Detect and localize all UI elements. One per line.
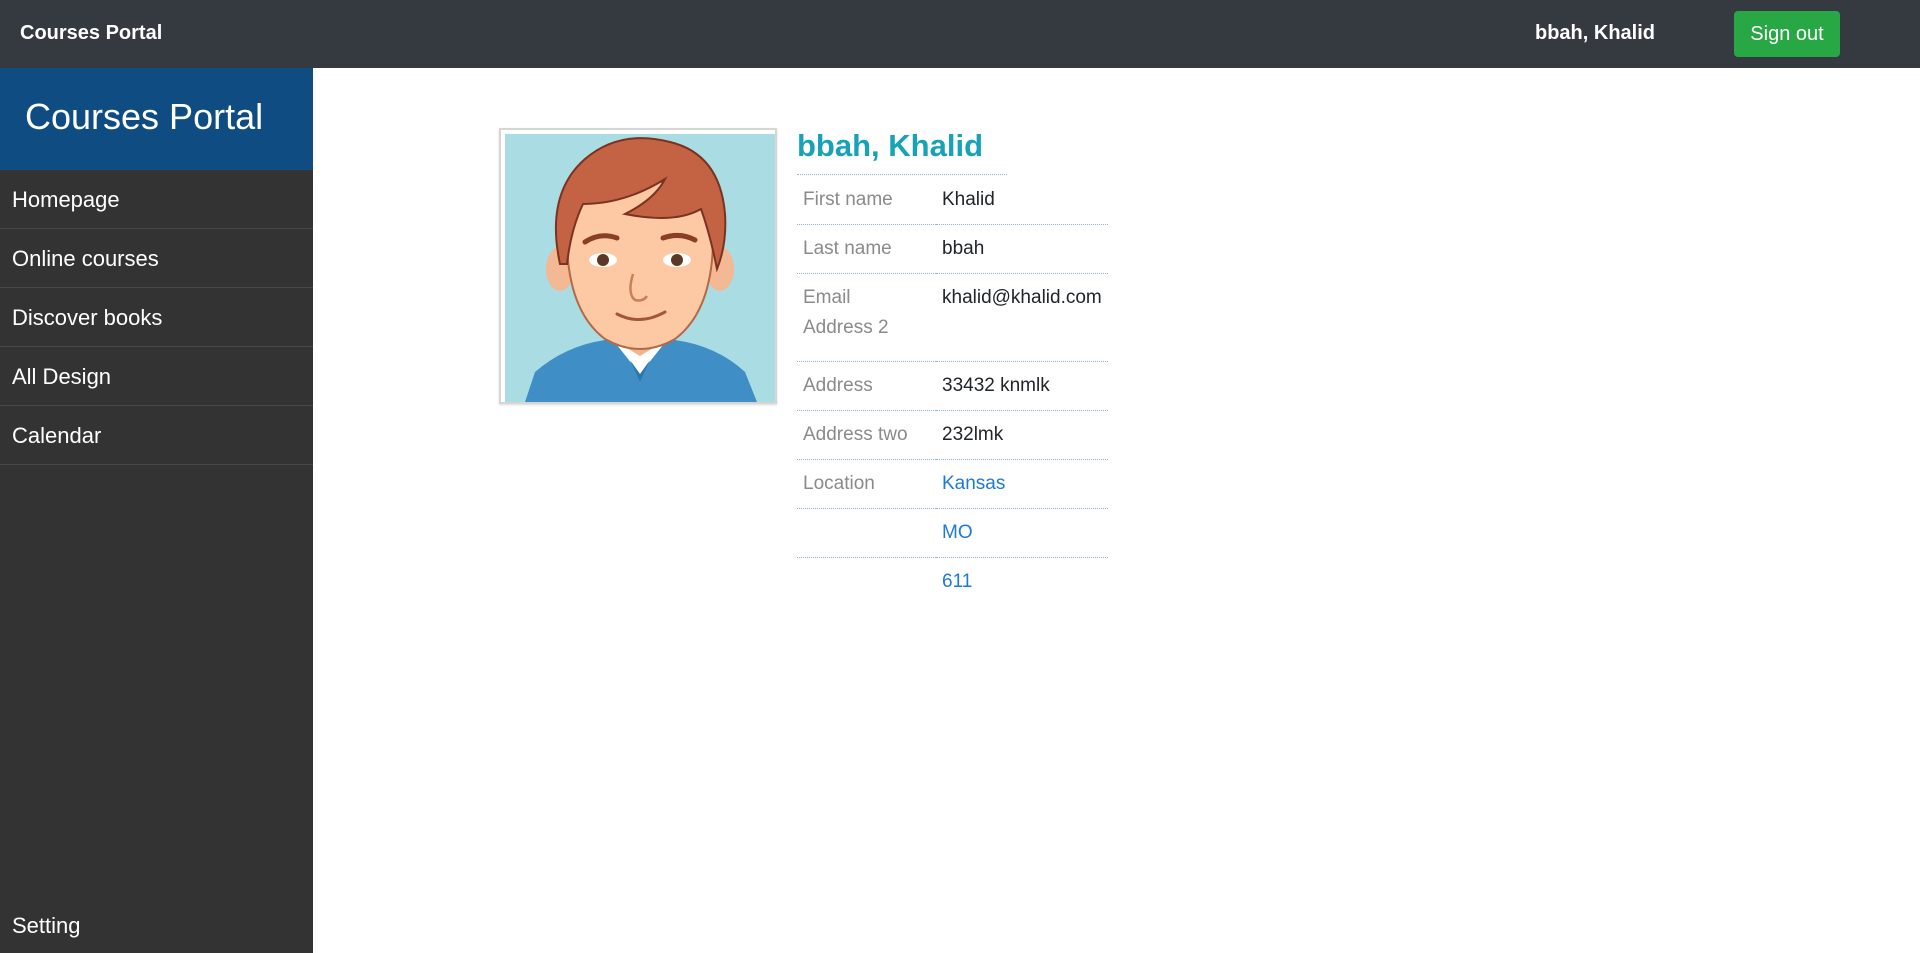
first-name-label: First name (797, 176, 936, 225)
email-row: Email Address 2 khalid@khalid.com (797, 273, 1108, 362)
sidebar: Courses Portal Homepage Online courses D… (0, 68, 313, 953)
name-divider (797, 174, 1007, 175)
first-name-row: First name Khalid (797, 176, 1108, 225)
sidebar-item-calendar[interactable]: Calendar (0, 406, 313, 465)
sidebar-item-discover-books[interactable]: Discover books (0, 288, 313, 347)
navbar-brand[interactable]: Courses Portal (20, 22, 162, 45)
sidebar-item-all-design[interactable]: All Design (0, 347, 313, 406)
sidebar-header: Courses Portal (0, 68, 313, 170)
current-user-name: bbah, Khalid (1535, 22, 1655, 44)
location-state-link[interactable]: MO (942, 522, 973, 543)
location-zip-link[interactable]: 611 (942, 571, 972, 592)
top-navbar: Courses Portal bbah, Khalid Sign out (0, 0, 1920, 68)
profile-details-table: First name Khalid Last name bbah Email A… (797, 176, 1108, 606)
email-label: Email Address 2 (797, 273, 936, 362)
location-state-row: MO (797, 508, 1108, 558)
address-two-row: Address two 232lmk (797, 410, 1108, 460)
address-row: Address 33432 knmlk (797, 361, 1108, 411)
location-label: Location (797, 459, 936, 509)
address-value: 33432 knmlk (936, 361, 1108, 411)
last-name-value: bbah (936, 224, 1108, 274)
profile-avatar (499, 128, 777, 404)
profile-name-heading: bbah, Khalid (797, 128, 983, 163)
first-name-value: Khalid (936, 176, 1108, 225)
cartoon-man-avatar-icon (505, 134, 775, 402)
location-zip-row: 611 (797, 558, 1108, 607)
last-name-label: Last name (797, 224, 936, 274)
sidebar-title: Courses Portal (25, 96, 264, 137)
email-value: khalid@khalid.com (936, 273, 1108, 362)
sidebar-item-setting[interactable]: Setting (12, 913, 81, 939)
sidebar-item-online-courses[interactable]: Online courses (0, 229, 313, 288)
address-two-label: Address two (797, 410, 936, 460)
address-label: Address (797, 361, 936, 411)
email-label-line2: Address 2 (803, 317, 889, 338)
sign-out-button[interactable]: Sign out (1734, 11, 1840, 57)
last-name-row: Last name bbah (797, 224, 1108, 274)
sidebar-item-homepage[interactable]: Homepage (0, 170, 313, 229)
location-city-link[interactable]: Kansas (942, 473, 1005, 494)
address-two-value: 232lmk (936, 410, 1108, 460)
location-row: Location Kansas (797, 459, 1108, 509)
email-label-line1: Email (803, 287, 851, 308)
